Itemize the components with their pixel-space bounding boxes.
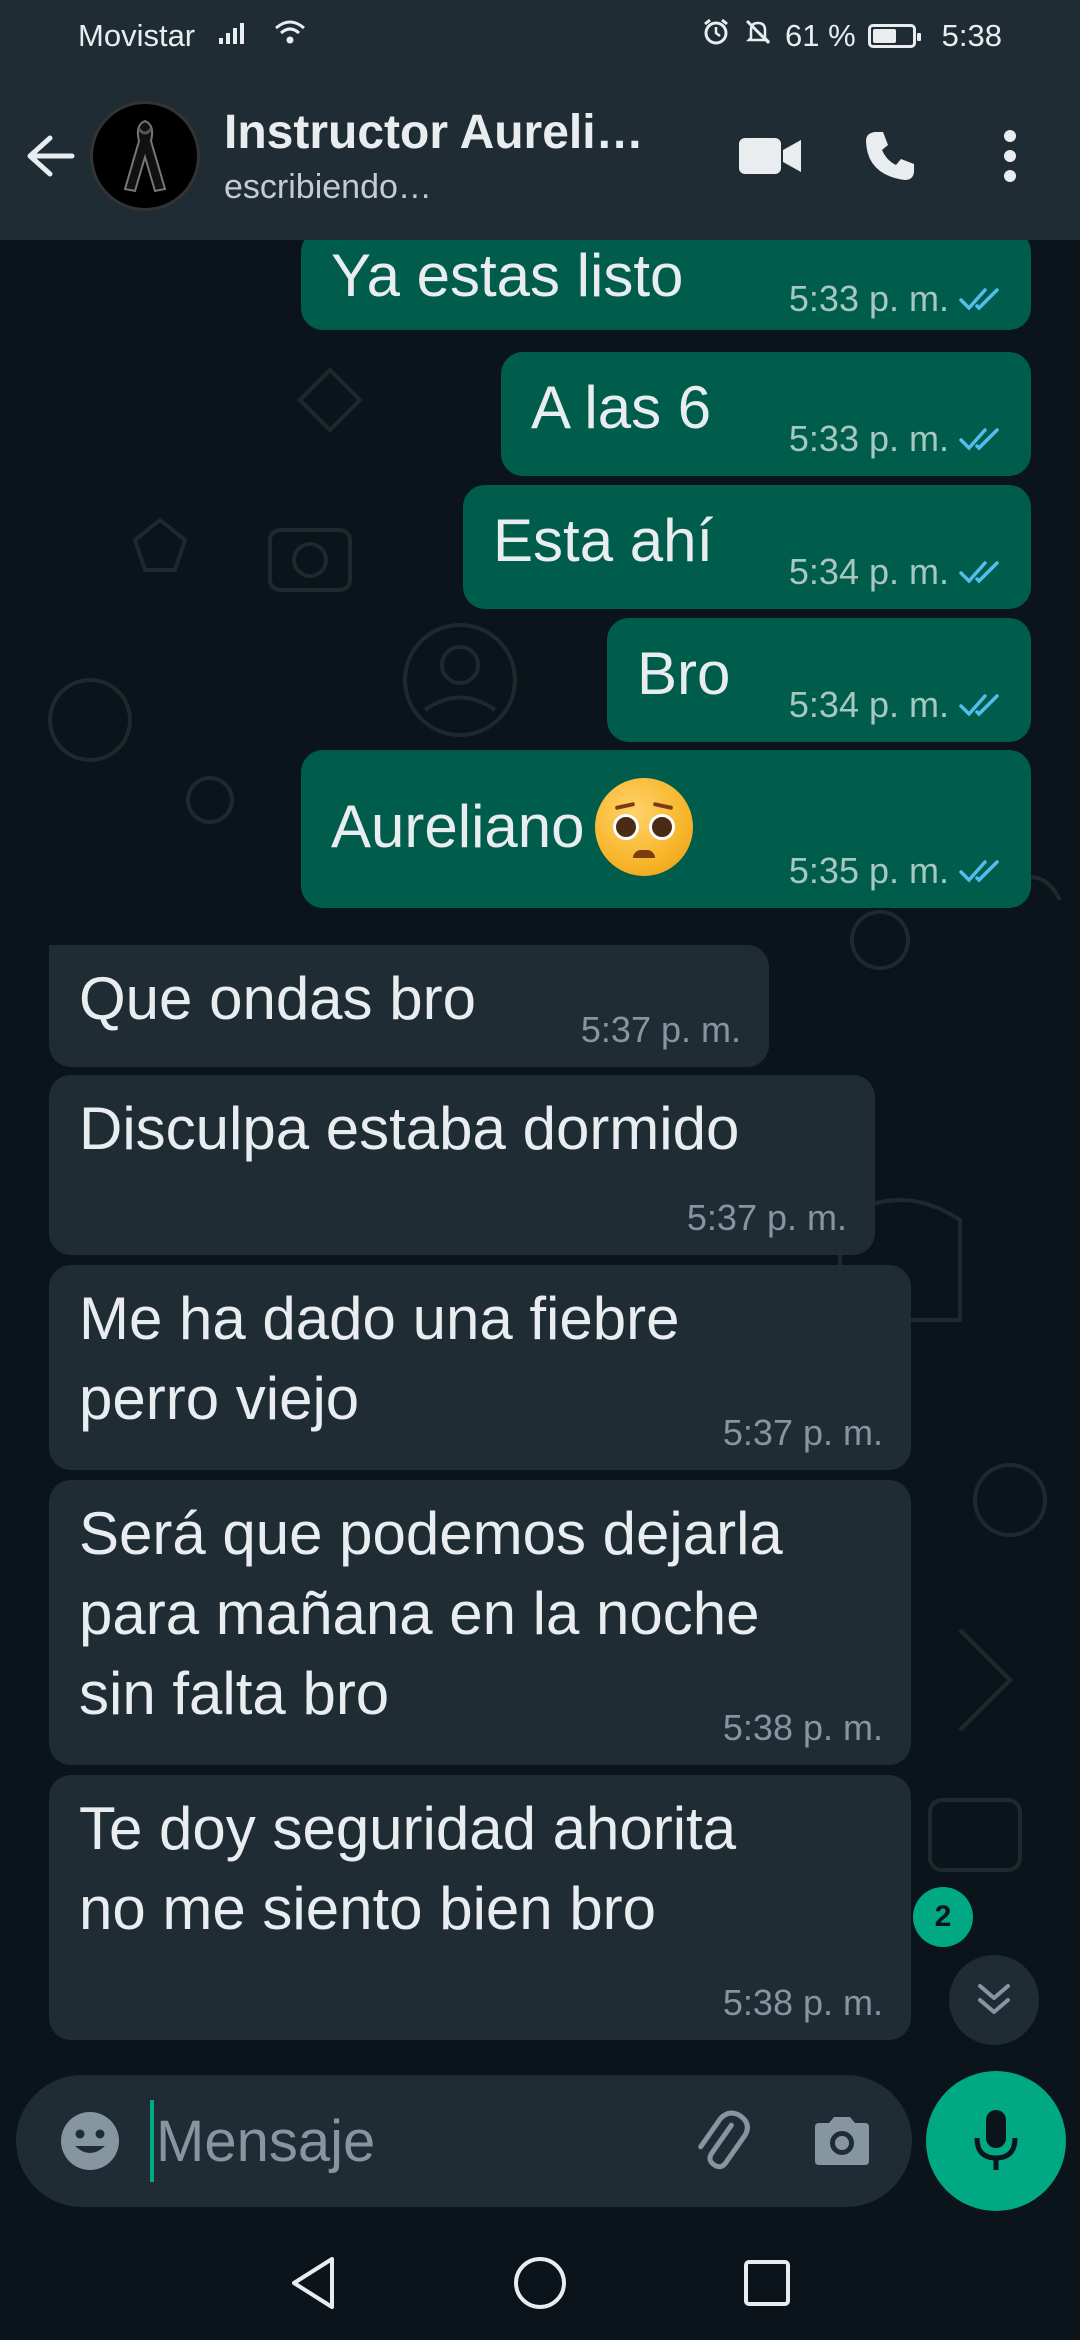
nav-back-button[interactable] <box>268 2238 358 2328</box>
message-content: Aureliano <box>331 778 693 876</box>
read-ticks-icon <box>959 561 999 584</box>
voice-message-button[interactable] <box>926 2071 1066 2211</box>
battery-percentage: 61 % <box>784 18 856 53</box>
message-text: Bro <box>637 640 731 707</box>
avatar[interactable] <box>90 101 200 211</box>
message-meta: 5:37 p. m. <box>581 1009 741 1051</box>
header-actions <box>730 116 1050 196</box>
message-time: 5:34 p. m. <box>788 551 949 592</box>
battery-icon <box>867 24 921 48</box>
alarm-icon <box>701 17 731 55</box>
read-ticks-icon <box>959 428 999 451</box>
video-call-icon <box>739 138 801 174</box>
more-options-button[interactable] <box>970 116 1050 196</box>
more-options-icon <box>1004 130 1016 182</box>
message-bubble-incoming[interactable]: Me ha dado una fiebre perro viejo 5:37 p… <box>49 1265 911 1470</box>
message-meta: 5:37 p. m. <box>687 1197 847 1239</box>
message-time: 5:33 p. m. <box>788 418 949 459</box>
contact-name: Instructor Aureli… <box>224 106 644 159</box>
carrier-name: Movistar <box>78 18 196 53</box>
emoji-icon <box>61 2112 119 2170</box>
message-text: A las 6 <box>531 374 712 441</box>
carrier-group: Movistar <box>78 18 307 54</box>
read-ticks-icon <box>959 288 999 311</box>
paperclip-icon <box>698 2110 750 2170</box>
unread-count-badge: 2 <box>913 1887 973 1947</box>
message-text: Disculpa estaba dormido <box>79 1095 740 1162</box>
nav-recents-button[interactable] <box>722 2238 812 2328</box>
message-bubble-incoming[interactable]: Que ondas bro 5:37 p. m. <box>49 945 769 1067</box>
camera-button[interactable] <box>802 2101 882 2181</box>
double-chevron-down-icon <box>978 1984 1010 2014</box>
microphone-icon <box>974 2110 1018 2170</box>
square-recents-icon <box>743 2259 790 2306</box>
message-time: 5:33 p. m. <box>788 278 949 319</box>
read-ticks-icon <box>959 694 999 717</box>
contact-info[interactable]: Instructor Aureli… escribiendo… <box>224 105 664 207</box>
message-composer <box>16 2075 912 2207</box>
contact-status: escribiendo… <box>224 168 432 206</box>
message-text: Que ondas bro <box>79 965 476 1032</box>
back-button[interactable] <box>10 116 90 196</box>
system-navigation-bar <box>0 2225 1080 2340</box>
message-meta: 5:37 p. m. <box>723 1412 883 1454</box>
voice-call-button[interactable] <box>850 116 930 196</box>
message-bubble-outgoing[interactable]: Bro 5:34 p. m. <box>607 618 1031 742</box>
message-bubble-outgoing[interactable]: Ya estas listo 5:33 p. m. <box>301 240 1031 330</box>
message-text: Esta ahí <box>493 507 714 574</box>
mute-bell-icon <box>743 17 773 55</box>
status-bar: Movistar 61 % 5:38 <box>0 0 1080 72</box>
text-cursor <box>150 2100 154 2182</box>
message-time: 5:34 p. m. <box>788 684 949 725</box>
message-bubble-incoming[interactable]: Disculpa estaba dormido 5:37 p. m. <box>49 1075 875 1255</box>
message-meta: 5:34 p. m. <box>789 684 1003 726</box>
read-ticks-icon <box>959 860 999 883</box>
message-meta: 5:38 p. m. <box>723 1982 883 2024</box>
message-time: 5:38 p. m. <box>722 1707 883 1748</box>
chat-area[interactable]: Ya estas listo 5:33 p. m. A las 6 5:33 p… <box>0 240 1080 2070</box>
back-arrow-icon <box>27 135 75 177</box>
message-text: Será que podemos dejarla para mañana en … <box>79 1500 783 1727</box>
message-bubble-outgoing[interactable]: Aureliano 5:35 p. m. <box>301 750 1031 908</box>
message-meta: 5:34 p. m. <box>789 551 1003 593</box>
signal-icon <box>217 18 251 54</box>
message-bubble-outgoing[interactable]: A las 6 5:33 p. m. <box>501 352 1031 476</box>
scroll-to-bottom-button[interactable] <box>949 1955 1039 2045</box>
circle-home-icon <box>513 2256 566 2309</box>
message-time: 5:37 p. m. <box>722 1412 883 1453</box>
message-text: Aureliano <box>331 793 585 860</box>
message-meta: 5:38 p. m. <box>723 1707 883 1749</box>
status-right: 61 % 5:38 <box>701 17 1002 55</box>
message-text: Me ha dado una fiebre perro viejo <box>79 1285 680 1432</box>
chat-header: Instructor Aureli… escribiendo… <box>0 72 1080 240</box>
message-input[interactable] <box>156 2107 636 2175</box>
message-bubble-outgoing[interactable]: Esta ahí 5:34 p. m. <box>463 485 1031 609</box>
triangle-back-icon <box>292 2256 335 2309</box>
message-meta: 5:33 p. m. <box>789 418 1003 460</box>
video-call-button[interactable] <box>730 116 810 196</box>
message-bubble-incoming[interactable]: Será que podemos dejarla para mañana en … <box>49 1480 911 1765</box>
message-bubble-incoming[interactable]: Te doy seguridad ahorita no me siento bi… <box>49 1775 911 2040</box>
message-time: 5:35 p. m. <box>788 850 949 891</box>
phone-icon <box>866 132 914 180</box>
message-text: Te doy seguridad ahorita no me siento bi… <box>79 1795 737 1942</box>
message-time: 5:38 p. m. <box>722 1982 883 2023</box>
message-time: 5:37 p. m. <box>580 1009 741 1050</box>
camera-icon <box>815 2117 869 2165</box>
message-text: Ya estas listo <box>331 242 684 309</box>
message-meta: 5:33 p. m. <box>789 278 1003 320</box>
message-meta: 5:35 p. m. <box>789 850 1003 892</box>
pleading-face-emoji-icon <box>594 778 693 876</box>
message-time: 5:37 p. m. <box>686 1197 847 1238</box>
nav-home-button[interactable] <box>495 2238 585 2328</box>
emoji-button[interactable] <box>50 2101 130 2181</box>
attach-button[interactable] <box>682 2101 762 2181</box>
wifi-icon <box>273 18 307 54</box>
clock: 5:38 <box>941 18 1002 53</box>
